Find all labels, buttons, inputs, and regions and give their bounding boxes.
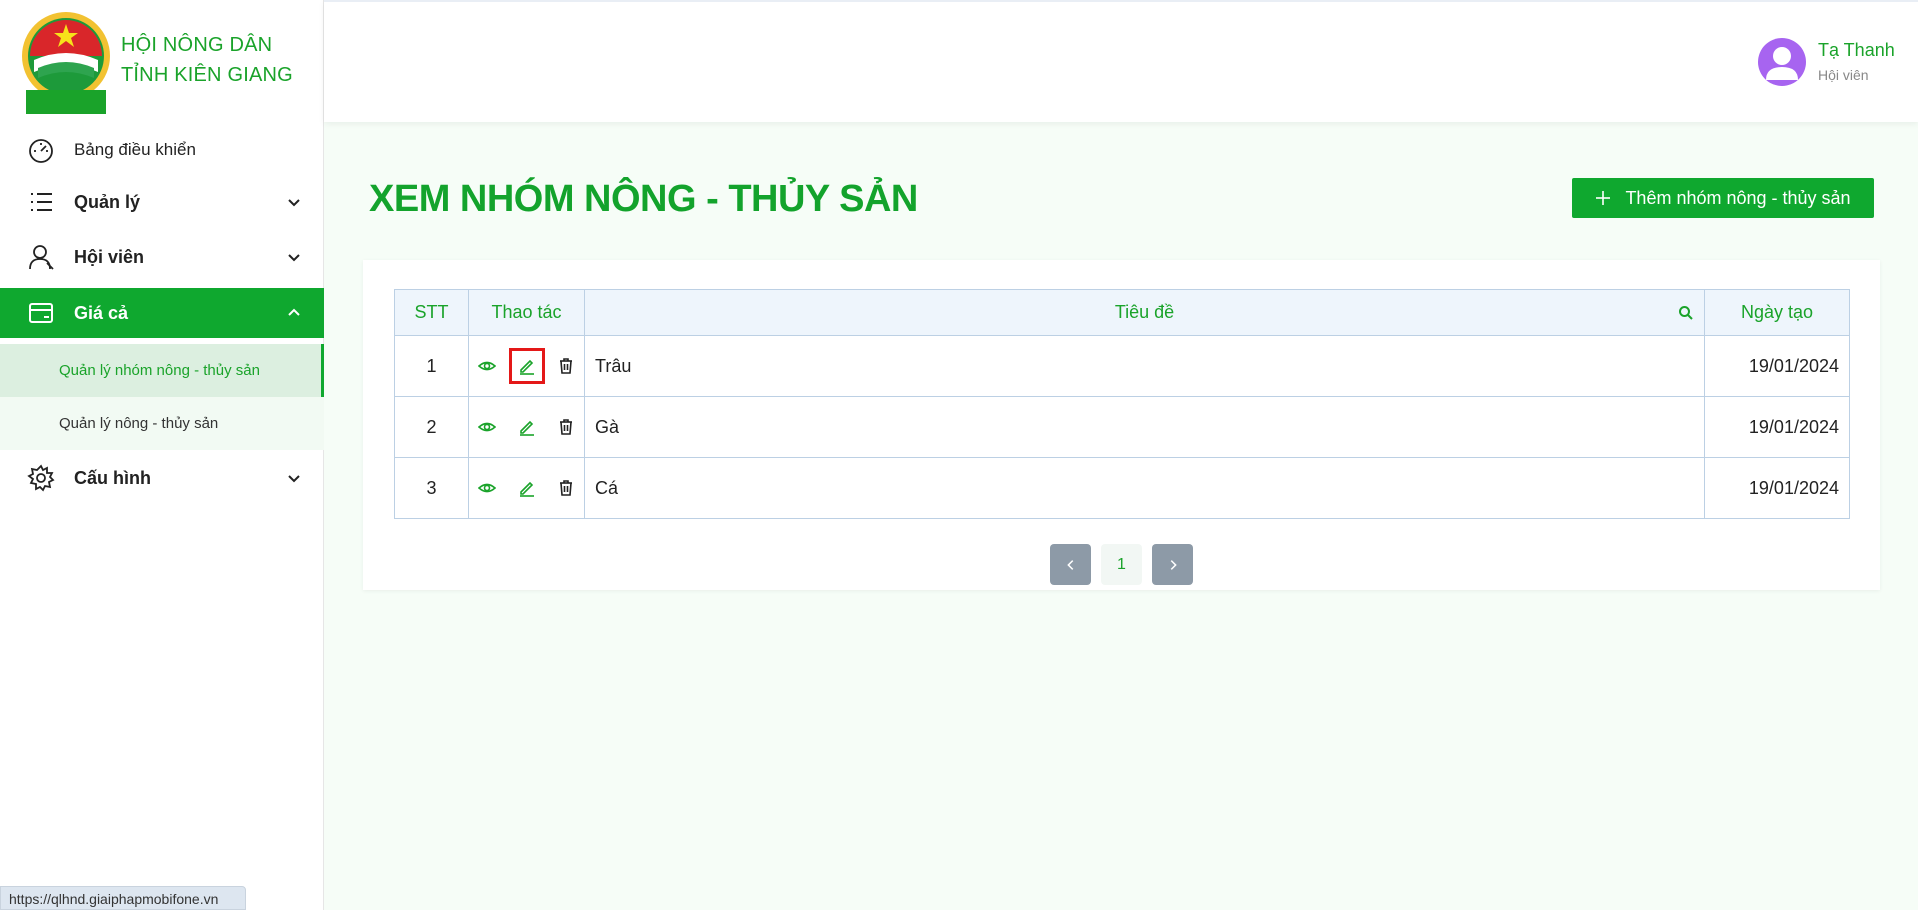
prev-page-button[interactable] — [1050, 544, 1091, 585]
edit-button[interactable] — [508, 348, 545, 384]
sidebar-item-label: Hội viên — [74, 246, 145, 267]
card-icon — [29, 303, 53, 323]
gear-icon — [27, 464, 55, 492]
chevron-right-icon — [1170, 559, 1177, 570]
chevron-down-icon — [288, 199, 300, 207]
avatar[interactable] — [1758, 38, 1806, 86]
page-title: XEM NHÓM NÔNG - THỦY SẢN — [369, 178, 918, 220]
edit-button[interactable] — [515, 415, 539, 439]
pagination: 1 — [1050, 544, 1193, 585]
sidebar-item-gia-ca[interactable]: Giá cả — [0, 288, 324, 338]
delete-button[interactable] — [554, 415, 578, 439]
sidebar-subitem-label: Quản lý nhóm nông - thủy sản — [59, 362, 260, 379]
cell-title: Cá — [584, 457, 1705, 519]
table-row: 2 Gà 19/01/2024 — [394, 396, 1850, 458]
view-button[interactable] — [475, 415, 499, 439]
trash-icon — [559, 358, 572, 374]
sidebar-subitem-quan-ly-nong-thuy-san[interactable]: Quản lý nông - thủy sản — [0, 397, 324, 450]
cell-date: 19/01/2024 — [1704, 396, 1850, 458]
chevron-down-icon — [288, 254, 300, 262]
table-header-row: STT Thao tác Tiêu đề Ngày tạo — [394, 289, 1850, 336]
cell-stt: 3 — [394, 457, 469, 519]
cell-date: 19/01/2024 — [1704, 457, 1850, 519]
chevron-down-icon — [288, 475, 300, 483]
cell-title: Trâu — [584, 335, 1705, 397]
column-header-date: Ngày tạo — [1704, 289, 1850, 336]
add-group-button[interactable]: Thêm nhóm nông - thủy sản — [1572, 178, 1874, 218]
sidebar-subitem-label: Quản lý nông - thủy sản — [59, 415, 219, 432]
eye-icon — [478, 483, 497, 493]
pencil-icon — [519, 481, 534, 497]
cell-date: 19/01/2024 — [1704, 335, 1850, 397]
edit-button[interactable] — [515, 476, 539, 500]
sidebar-item-hoi-vien[interactable]: Hội viên — [0, 231, 324, 283]
sidebar-item-label: Giá cả — [74, 302, 129, 323]
column-header-actions: Thao tác — [468, 289, 585, 336]
table-card: STT Thao tác Tiêu đề Ngày tạo 1 Trâu 19/… — [363, 260, 1880, 590]
sidebar-item-cau-hinh[interactable]: Cấu hình — [0, 452, 324, 504]
sidebar: HỘI NÔNG DÂN TỈNH KIÊN GIANG Bảng điều k… — [0, 0, 324, 910]
view-button[interactable] — [475, 354, 499, 378]
chevron-left-icon — [1066, 559, 1073, 570]
search-icon[interactable] — [1678, 305, 1694, 321]
user-role: Hội viên — [1818, 67, 1869, 83]
column-header-stt: STT — [394, 289, 469, 336]
column-header-title: Tiêu đề — [584, 289, 1705, 336]
sidebar-item-label: Bảng điều khiển — [74, 140, 196, 159]
user-name[interactable]: Tạ Thanh — [1818, 40, 1895, 61]
chevron-up-icon — [288, 308, 300, 316]
pencil-icon — [519, 359, 534, 375]
cell-actions — [468, 396, 585, 458]
trash-icon — [559, 419, 572, 435]
cell-actions — [468, 335, 585, 397]
dashboard-icon — [29, 139, 53, 163]
brand: HỘI NÔNG DÂN TỈNH KIÊN GIANG — [0, 0, 324, 122]
user-icon — [29, 245, 54, 270]
sidebar-item-dashboard[interactable]: Bảng điều khiển — [0, 124, 324, 176]
status-bar-url: https://qlhnd.giaiphapmobifone.vn — [0, 886, 246, 910]
trash-icon — [559, 480, 572, 496]
column-header-title-label: Tiêu đề — [1114, 302, 1175, 322]
pencil-icon — [519, 420, 534, 436]
top-header — [324, 0, 1918, 122]
next-page-button[interactable] — [1152, 544, 1193, 585]
eye-icon — [478, 422, 497, 432]
cell-title: Gà — [584, 396, 1705, 458]
user-avatar-icon — [1766, 47, 1798, 80]
sidebar-item-label: Quản lý — [74, 191, 141, 212]
plus-icon — [1596, 191, 1611, 205]
cell-stt: 2 — [394, 396, 469, 458]
organization-logo[interactable] — [20, 10, 112, 116]
page-number[interactable]: 1 — [1101, 544, 1142, 585]
view-button[interactable] — [475, 476, 499, 500]
cell-stt: 1 — [394, 335, 469, 397]
data-table: STT Thao tác Tiêu đề Ngày tạo 1 Trâu 19/… — [394, 289, 1850, 519]
add-button-label: Thêm nhóm nông - thủy sản — [1625, 187, 1851, 208]
brand-title: HỘI NÔNG DÂN TỈNH KIÊN GIANG — [121, 34, 293, 86]
delete-button[interactable] — [554, 476, 578, 500]
sidebar-item-quan-ly[interactable]: Quản lý — [0, 176, 324, 228]
list-icon — [31, 193, 52, 211]
table-row: 3 Cá 19/01/2024 — [394, 457, 1850, 519]
eye-icon — [478, 361, 497, 371]
sidebar-item-label: Cấu hình — [74, 467, 151, 488]
cell-actions — [468, 457, 585, 519]
table-row: 1 Trâu 19/01/2024 — [394, 335, 1850, 397]
sidebar-subitem-quan-ly-nhom[interactable]: Quản lý nhóm nông - thủy sản — [0, 344, 324, 397]
delete-button[interactable] — [554, 354, 578, 378]
